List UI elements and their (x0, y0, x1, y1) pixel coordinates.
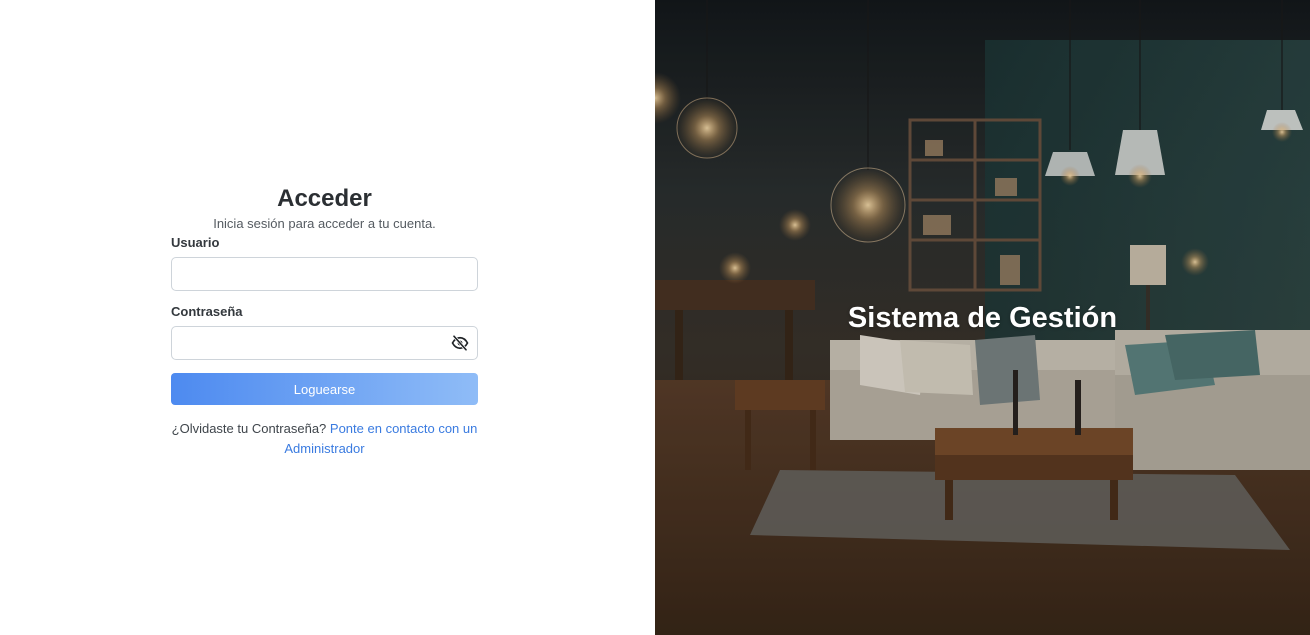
forgot-password-text: ¿Olvidaste tu Contraseña? (171, 421, 327, 436)
forgot-password-block: ¿Olvidaste tu Contraseña? Ponte en conta… (171, 419, 478, 459)
login-form: Acceder Inicia sesión para acceder a tu … (171, 185, 478, 459)
page-subtitle: Inicia sesión para acceder a tu cuenta. (213, 216, 436, 231)
page-title: Acceder (277, 185, 372, 212)
hero-panel: Sistema de Gestión (655, 0, 1310, 635)
password-label: Contraseña (171, 304, 243, 319)
login-button[interactable]: Loguearse (171, 373, 478, 405)
username-field-wrapper (171, 257, 478, 291)
username-label: Usuario (171, 235, 220, 250)
eye-slash-icon[interactable] (451, 334, 469, 352)
login-page: Acceder Inicia sesión para acceder a tu … (0, 0, 1310, 635)
hero-title: Sistema de Gestión (847, 302, 1118, 334)
username-input[interactable] (172, 258, 477, 290)
password-field-wrapper (171, 326, 478, 360)
login-panel: Acceder Inicia sesión para acceder a tu … (0, 0, 655, 635)
password-input[interactable] (172, 327, 477, 359)
